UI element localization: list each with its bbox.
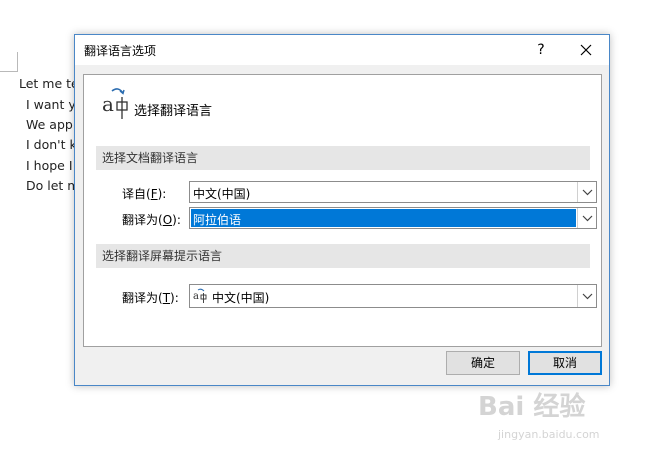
dialog-titlebar[interactable]: 翻译语言选项 ? — [75, 35, 609, 65]
translation-language-options-dialog: 翻译语言选项 ? a 选择翻译语言 选择文档翻译语言 译自(F): 中文(中国)… — [74, 34, 610, 386]
translate-to-selection-highlight — [191, 209, 576, 227]
translate-to-value: 阿拉伯语 — [193, 213, 242, 227]
screentip-language-dropdown-button[interactable] — [577, 285, 596, 307]
close-icon — [580, 44, 592, 56]
translate-icon: a — [102, 88, 128, 119]
chevron-down-icon — [582, 215, 593, 222]
chevron-down-icon — [582, 293, 593, 300]
translate-small-icon: a — [193, 288, 207, 303]
document-language-section-header: 选择文档翻译语言 — [96, 146, 590, 170]
screentip-language-section-header: 选择翻译屏幕提示语言 — [96, 244, 590, 268]
document-line: Do let m — [26, 178, 80, 193]
translate-to-dropdown-button[interactable] — [577, 208, 596, 228]
svg-text:a: a — [102, 92, 114, 116]
dialog-header-label: 选择翻译语言 — [134, 104, 213, 119]
screentip-language-value: 中文(中国) — [212, 291, 270, 305]
screentip-translate-to-label: 翻译为(T): — [122, 291, 179, 305]
watermark-url: jingyan.baidu.com — [498, 428, 600, 441]
document-margin-marker — [0, 52, 18, 72]
baidu-watermark: Bai 经验 jingyan.baidu.com — [478, 386, 648, 446]
screen: Let me te I want yo We appr I don't k I … — [0, 0, 653, 470]
help-button[interactable]: ? — [529, 35, 553, 65]
document-line: We appr — [26, 117, 78, 132]
translate-from-dropdown[interactable]: 中文(中国) — [189, 181, 597, 203]
translate-from-dropdown-button[interactable] — [577, 182, 596, 202]
dialog-content-panel: a 选择翻译语言 选择文档翻译语言 译自(F): 中文(中国) 翻译为(O): … — [83, 74, 602, 347]
dialog-title: 翻译语言选项 — [84, 44, 157, 58]
translate-to-label: 翻译为(O): — [122, 213, 181, 227]
translate-to-dropdown[interactable]: 阿拉伯语 — [189, 207, 597, 229]
chevron-down-icon — [582, 189, 593, 196]
document-line: I hope I — [26, 158, 73, 173]
document-line: Let me te — [19, 76, 79, 91]
translate-from-value: 中文(中国) — [193, 187, 251, 201]
screentip-language-dropdown[interactable]: a 中文(中国) — [189, 284, 597, 308]
document-line: I don't k — [26, 137, 77, 152]
translate-from-label: 译自(F): — [122, 187, 167, 201]
ok-button[interactable]: 确定 — [446, 351, 520, 375]
svg-text:a: a — [193, 291, 199, 302]
cancel-button[interactable]: 取消 — [528, 351, 602, 375]
watermark-text: Bai 经验 — [478, 392, 586, 422]
close-button[interactable] — [571, 35, 601, 65]
